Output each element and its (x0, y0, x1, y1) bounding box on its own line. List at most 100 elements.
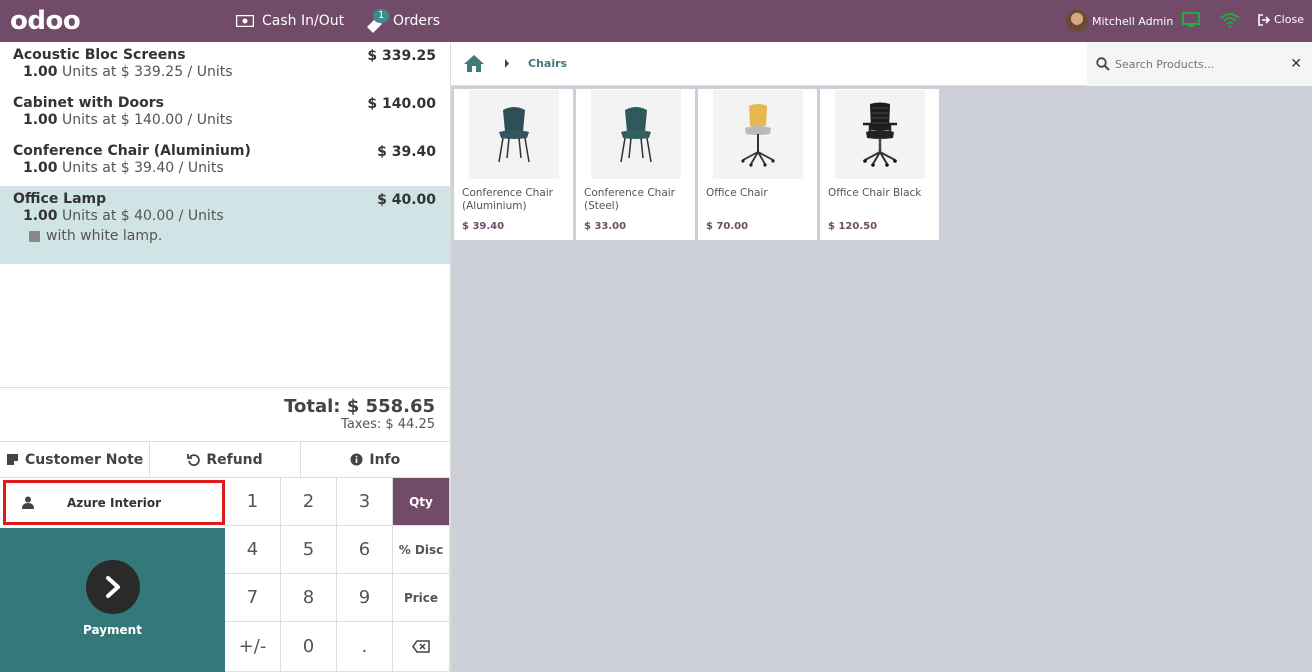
product-price: $ 70.00 (706, 221, 749, 232)
product-card[interactable]: Office Chair $ 70.00 (698, 89, 817, 240)
product-price: $ 39.40 (462, 221, 505, 232)
payment-button[interactable]: Payment (0, 528, 225, 672)
product-card[interactable]: Conference Chair (Steel) $ 33.00 (576, 89, 695, 240)
chair-icon (620, 106, 652, 162)
customer-name: Azure Interior (66, 495, 162, 510)
numpad-decimal[interactable]: . (337, 622, 393, 672)
orders-button[interactable]: 1 Orders (365, 0, 440, 42)
order-line-price: $ 40.00 (377, 192, 436, 208)
product-price: $ 33.00 (584, 221, 627, 232)
search-input[interactable] (1115, 57, 1280, 71)
chair-icon (741, 103, 775, 167)
orders-count-badge: 1 (373, 9, 390, 23)
close-label: Close (1274, 13, 1304, 26)
product-image (469, 90, 559, 179)
control-buttons: Customer Note Refund Info (0, 441, 450, 478)
product-card[interactable]: Conference Chair (Aluminium) $ 39.40 (454, 89, 573, 240)
numpad-key-3[interactable]: 3 (337, 478, 393, 526)
avatar (1066, 10, 1088, 32)
order-line-qty: 1.00 (23, 208, 58, 224)
product-name: Office Chair (706, 187, 768, 199)
info-label: Info (369, 451, 401, 468)
order-line-unit-info: Units at $ 339.25 / Units (62, 64, 233, 80)
cash-in-out-label: Cash In/Out (262, 13, 345, 29)
orders-label: Orders (393, 13, 441, 29)
customer-note-label: Customer Note (25, 451, 144, 468)
product-search: ✕ (1087, 42, 1312, 86)
chevron-right-icon (105, 576, 120, 598)
refund-label: Refund (206, 451, 263, 468)
numpad-key-8[interactable]: 8 (281, 574, 337, 622)
numpad-key-7[interactable]: 7 (225, 574, 281, 622)
chair-icon (498, 106, 530, 162)
numpad-key-4[interactable]: 4 (225, 526, 281, 574)
order-line-name: Office Lamp (13, 191, 107, 207)
order-line-price: $ 140.00 (367, 96, 436, 112)
numpad-key-9[interactable]: 9 (337, 574, 393, 622)
user-icon (22, 496, 34, 509)
numpad-discount-mode[interactable]: % Disc (393, 526, 450, 574)
product-image (713, 90, 803, 179)
wifi-icon[interactable] (1220, 12, 1240, 28)
product-name: Conference Chair (Steel) (584, 187, 675, 212)
product-name: Conference Chair (Aluminium) (462, 187, 553, 212)
product-card[interactable]: Office Chair Black $ 120.50 (820, 89, 939, 240)
order-line-info: 1.00 Units at $ 40.00 / Units (13, 208, 436, 224)
backspace-icon (412, 640, 430, 653)
info-icon (350, 453, 363, 466)
numpad-backspace[interactable] (393, 622, 450, 672)
order-line[interactable]: Acoustic Bloc Screens $ 339.25 1.00 Unit… (0, 42, 450, 90)
breadcrumb-category[interactable]: Chairs (528, 57, 567, 70)
info-button[interactable]: Info (301, 442, 450, 477)
order-line-price: $ 339.25 (367, 48, 436, 64)
search-icon (1096, 57, 1110, 71)
clear-search-icon[interactable]: ✕ (1290, 56, 1302, 72)
order-summary: Total: $ 558.65 Taxes: $ 44.25 (0, 387, 450, 442)
product-price: $ 120.50 (828, 221, 878, 232)
numpad-key-6[interactable]: 6 (337, 526, 393, 574)
product-image (591, 90, 681, 179)
order-line-info: 1.00 Units at $ 39.40 / Units (13, 160, 436, 176)
numpad-price-mode[interactable]: Price (393, 574, 450, 622)
odoo-logo: odoo (10, 6, 81, 36)
order-line[interactable]: Conference Chair (Aluminium) $ 39.40 1.0… (0, 138, 450, 186)
customer-button[interactable]: Azure Interior (3, 480, 225, 525)
product-image (835, 90, 925, 179)
note-icon (29, 230, 40, 242)
order-pane: Acoustic Bloc Screens $ 339.25 1.00 Unit… (0, 42, 451, 672)
user-name: Mitchell Admin (1092, 14, 1174, 28)
numpad-qty-mode[interactable]: Qty (393, 478, 450, 526)
numpad-key-2[interactable]: 2 (281, 478, 337, 526)
payment-circle (85, 560, 140, 614)
order-line-unit-info: Units at $ 39.40 / Units (62, 160, 224, 176)
product-name: Office Chair Black (828, 187, 922, 199)
numpad-plus-minus[interactable]: +/- (225, 622, 281, 672)
undo-icon (187, 454, 201, 466)
order-line-qty: 1.00 (23, 64, 58, 80)
numpad-key-5[interactable]: 5 (281, 526, 337, 574)
payment-label: Payment (83, 623, 142, 637)
order-line-selected[interactable]: Office Lamp $ 40.00 1.00 Units at $ 40.0… (0, 186, 450, 264)
order-line-qty: 1.00 (23, 160, 58, 176)
order-lines: Acoustic Bloc Screens $ 339.25 1.00 Unit… (0, 42, 450, 388)
cash-icon (236, 15, 254, 27)
refund-button[interactable]: Refund (150, 442, 301, 477)
user-menu[interactable]: Mitchell Admin (1066, 10, 1173, 32)
numpad-key-1[interactable]: 1 (225, 478, 281, 526)
top-bar: odoo Cash In/Out 1 Orders Mitchell Admin… (0, 0, 1312, 42)
product-list: Conference Chair (Aluminium) $ 39.40 Con… (454, 89, 942, 240)
order-line-note-text: with white lamp. (46, 228, 163, 244)
home-icon[interactable] (463, 54, 485, 73)
cash-in-out-button[interactable]: Cash In/Out (236, 0, 344, 42)
product-pane: Chairs ✕ Conference Chair (Aluminium) $ … (451, 42, 1312, 672)
close-button[interactable]: Close (1258, 13, 1304, 26)
order-line[interactable]: Cabinet with Doors $ 140.00 1.00 Units a… (0, 90, 450, 138)
caret-right-icon (505, 59, 509, 68)
order-line-unit-info: Units at $ 140.00 / Units (62, 112, 233, 128)
order-line-note: with white lamp. (13, 228, 436, 244)
screen-icon[interactable] (1182, 12, 1200, 28)
chair-icon (863, 102, 897, 167)
numpad-key-0[interactable]: 0 (281, 622, 337, 672)
customer-note-button[interactable]: Customer Note (0, 442, 151, 477)
order-line-info: 1.00 Units at $ 339.25 / Units (13, 64, 436, 80)
